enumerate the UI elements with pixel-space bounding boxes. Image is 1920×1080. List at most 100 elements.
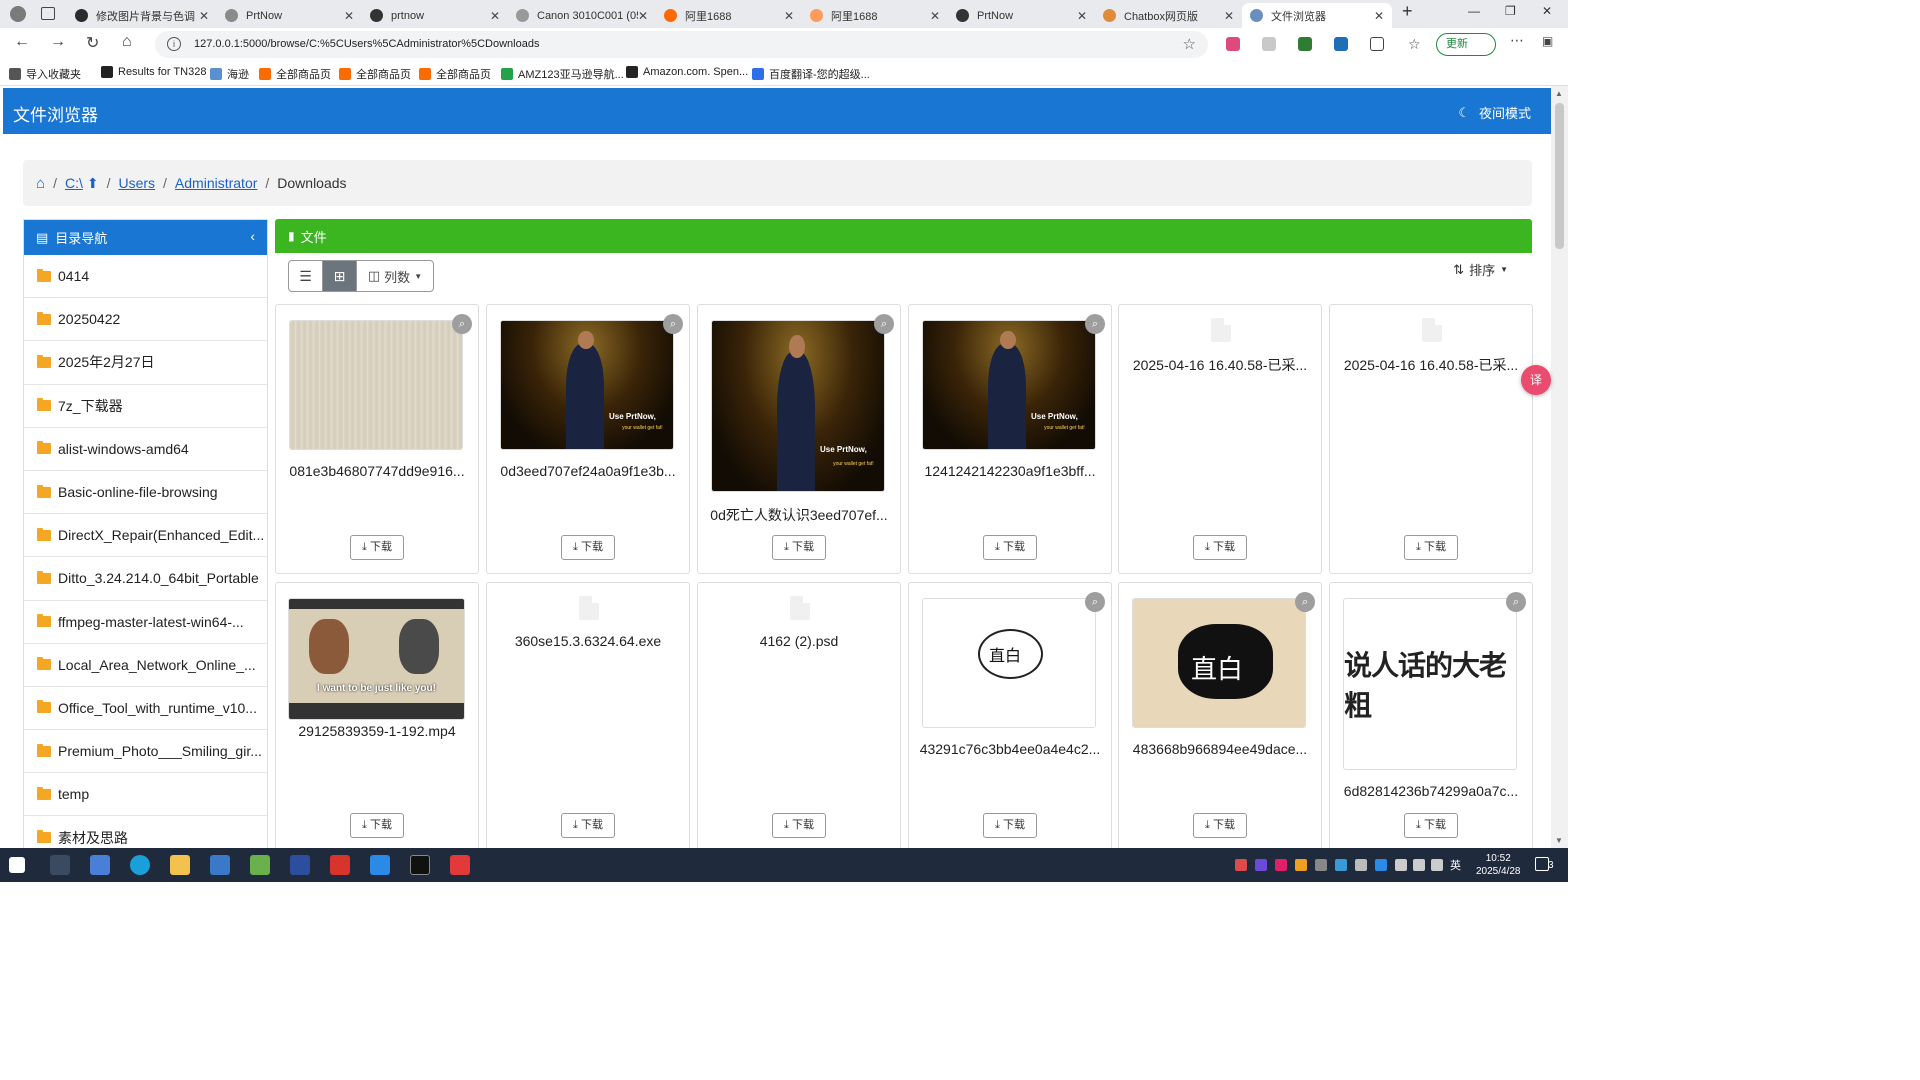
site-info-icon[interactable]: i (167, 37, 181, 51)
scroll-thumb[interactable] (1555, 103, 1564, 249)
app-icon[interactable] (90, 855, 110, 875)
download-button[interactable]: ⤓ 下载 (1193, 813, 1247, 838)
tab-close-icon[interactable]: ✕ (344, 9, 354, 23)
breadcrumb-drive[interactable]: C:\ (65, 175, 83, 191)
tab-2[interactable]: prtnow ✕ (362, 3, 508, 28)
bookmark-item[interactable]: 全部商品页 (259, 66, 331, 82)
notification-icon[interactable] (1535, 857, 1549, 871)
sidebar-folder-item[interactable]: 0414 (24, 255, 267, 299)
ime-indicator[interactable]: 英 (1450, 857, 1461, 873)
download-button[interactable]: ⤓ 下载 (561, 535, 615, 560)
settings-more-icon[interactable]: ⋯ (1510, 32, 1524, 49)
collapse-sidebar-icon[interactable]: ‹ (250, 228, 255, 244)
tab-1[interactable]: PrtNow ✕ (217, 3, 362, 28)
zoom-preview-icon[interactable]: ⌕ (1085, 314, 1105, 334)
list-view-button[interactable]: ☰ (289, 261, 323, 291)
zoom-preview-icon[interactable]: ⌕ (874, 314, 894, 334)
download-button[interactable]: ⤓ 下载 (1193, 535, 1247, 560)
profile-icon[interactable] (10, 6, 26, 22)
sidebar-folder-item[interactable]: Basic-online-file-browsing (24, 471, 267, 515)
file-name[interactable]: 081e3b46807747dd9e916... (276, 463, 478, 479)
edge-icon[interactable] (130, 855, 150, 875)
tray-icon[interactable] (1375, 859, 1387, 871)
bookmark-item[interactable]: 海逊 (210, 66, 249, 82)
file-thumbnail[interactable]: 直白 (922, 598, 1096, 728)
file-name[interactable]: 4162 (2).psd (698, 633, 900, 649)
bookmark-item[interactable]: 全部商品页 (339, 66, 411, 82)
breadcrumb-users[interactable]: Users (118, 175, 155, 191)
sidebar-folder-item[interactable]: DirectX_Repair(Enhanced_Edit... (24, 514, 267, 558)
file-thumbnail[interactable]: I want to be just like you! (288, 598, 465, 720)
page-scrollbar[interactable]: ▲ ▼ (1551, 86, 1568, 848)
bookmark-item[interactable]: Results for TN328 (101, 66, 206, 78)
sidebar-folder-item[interactable]: temp (24, 773, 267, 817)
download-button[interactable]: ⤓ 下载 (561, 813, 615, 838)
sidebar-folder-item[interactable]: 7z_下载器 (24, 385, 267, 428)
breadcrumb-administrator[interactable]: Administrator (175, 175, 257, 191)
sidebar-folder-item[interactable]: 20250422 (24, 298, 267, 342)
network-icon[interactable] (1413, 859, 1425, 871)
sidebar-folder-item[interactable]: Office_Tool_with_runtime_v10... (24, 687, 267, 731)
tab-close-icon[interactable]: ✕ (199, 9, 209, 23)
extensions-puzzle-icon[interactable] (1370, 37, 1384, 51)
update-button[interactable]: 更新 (1436, 33, 1496, 56)
floating-translate-button[interactable]: 译 (1521, 365, 1551, 395)
tray-icon[interactable] (1395, 859, 1407, 871)
file-card[interactable]: I want to be just like you! 29125839359-1… (275, 582, 479, 848)
tab-close-icon[interactable]: ✕ (490, 9, 500, 23)
tray-icon[interactable] (1235, 859, 1247, 871)
tray-icon[interactable] (1315, 859, 1327, 871)
download-button[interactable]: ⤓ 下载 (350, 813, 404, 838)
download-button[interactable]: ⤓ 下载 (772, 813, 826, 838)
back-icon[interactable]: ← (14, 33, 30, 51)
tab-actions-icon[interactable] (41, 7, 55, 20)
tray-icon[interactable] (1255, 859, 1267, 871)
tray-icon[interactable] (1335, 859, 1347, 871)
bookmark-item[interactable]: Amazon.com. Spen... (626, 66, 748, 78)
columns-dropdown[interactable]: ◫ 列数 ▼ (357, 261, 433, 291)
file-thumbnail[interactable]: 直白 (1132, 598, 1306, 728)
file-card[interactable]: 2025-04-16 16.40.58-已采... ⤓ 下载 (1118, 304, 1322, 574)
tab-close-icon[interactable]: ✕ (930, 9, 940, 23)
file-thumbnail[interactable]: 说人话的大老粗 (1343, 598, 1517, 770)
file-name[interactable]: 0d3eed707ef24a0a9f1e3b... (487, 463, 689, 479)
start-icon[interactable] (9, 857, 25, 873)
file-name[interactable]: 6d82814236b74299a0a7c... (1330, 783, 1532, 799)
tab-close-icon[interactable]: ✕ (638, 9, 648, 23)
scroll-up-icon[interactable]: ▲ (1555, 89, 1563, 98)
file-thumbnail[interactable]: Use PrtNow, your wallet get fat! (500, 320, 674, 450)
clock[interactable]: 10:52 2025/4/28 (1476, 852, 1521, 878)
zoom-preview-icon[interactable]: ⌕ (1295, 592, 1315, 612)
up-arrow-icon[interactable]: ⬆ (87, 175, 99, 192)
file-card[interactable]: 360se15.3.6324.64.exe ⤓ 下载 (486, 582, 690, 848)
new-tab-icon[interactable]: + (1402, 1, 1413, 22)
reload-icon[interactable]: ↻ (86, 33, 99, 53)
home-icon[interactable]: ⌂ (122, 33, 132, 51)
file-card[interactable]: 说人话的大老粗 ⌕ 6d82814236b74299a0a7c... ⤓ 下载 (1329, 582, 1533, 848)
wps-icon[interactable] (330, 855, 350, 875)
scroll-down-icon[interactable]: ▼ (1555, 836, 1563, 845)
home-breadcrumb-icon[interactable]: ⌂ (36, 175, 45, 192)
address-bar[interactable]: i 127.0.0.1:5000/browse/C:%5CUsers%5CAdm… (155, 31, 1208, 58)
terminal-icon[interactable] (410, 855, 430, 875)
extension-read-aloud-icon[interactable] (1262, 37, 1276, 51)
zoom-preview-icon[interactable]: ⌕ (1085, 592, 1105, 612)
app-icon[interactable] (450, 855, 470, 875)
favorites-icon[interactable]: ☆ (1408, 37, 1422, 51)
tab-8[interactable]: 文件浏览器 ✕ (1242, 3, 1392, 28)
tray-icon[interactable] (1275, 859, 1287, 871)
file-thumbnail[interactable]: Use PrtNow, your wallet get fat! (922, 320, 1096, 450)
file-name[interactable]: 1241242142230a9f1e3bff... (909, 463, 1111, 479)
tab-close-icon[interactable]: ✕ (1077, 9, 1087, 23)
tab-4[interactable]: 阿里1688 ✕ (656, 3, 802, 28)
minimize-icon[interactable]: — (1468, 4, 1480, 18)
file-card[interactable]: 2025-04-16 16.40.58-已采... ⤓ 下载 (1329, 304, 1533, 574)
bookmark-item[interactable]: AMZ123亚马逊导航... (501, 66, 624, 82)
download-button[interactable]: ⤓ 下载 (772, 535, 826, 560)
sidebar-toggle-icon[interactable]: ▣ (1542, 34, 1553, 48)
download-button[interactable]: ⤓ 下载 (983, 813, 1037, 838)
bookmark-item[interactable]: 百度翻译-您的超级... (752, 66, 870, 82)
calculator-icon[interactable] (210, 855, 230, 875)
favorite-star-icon[interactable]: ☆ (1183, 35, 1196, 53)
file-name[interactable]: 43291c76c3bb4ee0a4e4c2... (909, 741, 1111, 757)
